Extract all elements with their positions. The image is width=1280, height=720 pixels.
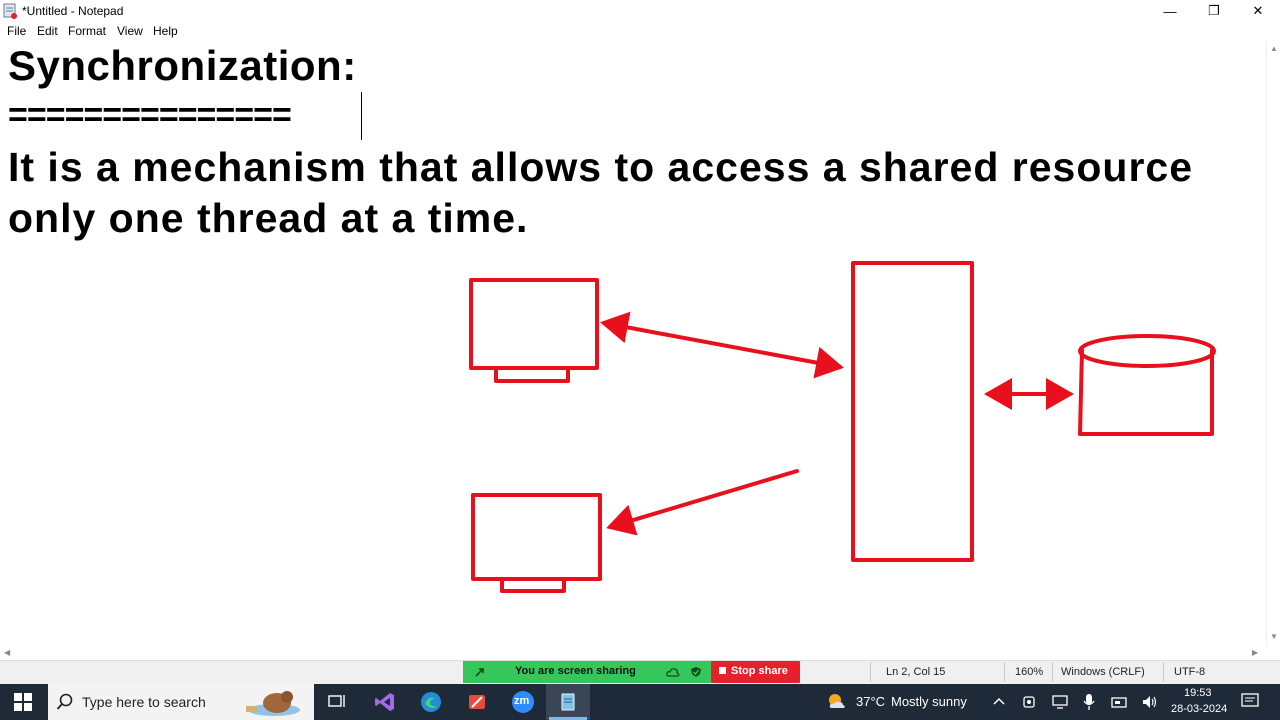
weather-condition[interactable]: Mostly sunny [891, 694, 967, 709]
scroll-left-icon[interactable]: ◀ [4, 648, 10, 657]
chevron-up-icon[interactable] [992, 695, 1006, 707]
weather-sun-cloud-icon[interactable] [826, 691, 848, 711]
minimize-button[interactable]: — [1148, 0, 1192, 22]
clock-time[interactable]: 19:53 [1184, 687, 1212, 699]
text-line-definition-2: only one thread at a time. [8, 195, 529, 241]
notifications-icon[interactable] [1241, 692, 1259, 710]
cloud-icon [666, 668, 680, 677]
weather-temperature[interactable]: 37°C [856, 694, 885, 709]
scroll-up-icon[interactable]: ▲ [1270, 44, 1278, 53]
menu-file[interactable]: File [7, 24, 26, 38]
text-line-heading: Synchronization: [8, 42, 357, 89]
clock-date[interactable]: 28-03-2024 [1171, 703, 1227, 715]
close-button[interactable]: ✕ [1236, 0, 1280, 22]
zoom-level: 160% [1015, 666, 1044, 678]
status-divider [1004, 662, 1005, 682]
windows-start-icon[interactable] [13, 692, 33, 712]
stop-share-label: Stop share [731, 665, 788, 677]
volume-icon[interactable] [1141, 694, 1159, 710]
status-divider [870, 662, 871, 682]
snipping-tool-icon[interactable] [465, 690, 489, 714]
task-view-icon[interactable] [325, 690, 349, 714]
status-divider [1163, 662, 1164, 682]
shield-check-icon [691, 667, 701, 677]
menu-bar [0, 22, 1280, 40]
menu-format[interactable]: Format [68, 24, 106, 38]
sharing-message: You are screen sharing [515, 665, 636, 677]
status-divider [1052, 662, 1053, 682]
search-icon [56, 693, 73, 710]
text-line-underline: =============== [8, 96, 292, 134]
restore-button[interactable]: ❐ [1192, 0, 1236, 22]
edge-browser-icon[interactable] [419, 690, 443, 714]
notepad-app-icon [3, 3, 17, 19]
horizontal-scrollbar[interactable]: ◀ ▶ [0, 646, 1266, 660]
window-title: *Untitled - Notepad [22, 4, 124, 18]
menu-help[interactable]: Help [153, 24, 178, 38]
notepad-taskbar-icon [556, 690, 580, 714]
search-highlight-image [246, 691, 300, 716]
encoding: UTF-8 [1174, 666, 1206, 678]
menu-view[interactable]: View [117, 24, 143, 38]
title-bar [0, 0, 1280, 22]
visual-studio-icon[interactable] [373, 690, 397, 714]
text-caret [361, 92, 362, 140]
menu-edit[interactable]: Edit [37, 24, 58, 38]
share-arrow-icon [475, 668, 484, 677]
text-line-definition-1: It is a mechanism that allows to access … [8, 144, 1194, 190]
scroll-down-icon[interactable]: ▼ [1270, 632, 1278, 641]
search-placeholder: Type here to search [82, 694, 206, 710]
zoom-app-label: zm [514, 695, 530, 707]
microphone-icon[interactable] [1083, 693, 1095, 711]
display-icon[interactable] [1052, 694, 1068, 710]
network-icon[interactable] [1111, 694, 1129, 710]
line-ending: Windows (CRLF) [1061, 666, 1145, 678]
scroll-right-icon[interactable]: ▶ [1252, 648, 1258, 657]
meet-now-icon[interactable] [1022, 694, 1038, 710]
vertical-scrollbar[interactable]: ▲ ▼ [1266, 40, 1280, 646]
stop-icon [719, 667, 726, 674]
cursor-position: Ln 2, Col 15 [886, 666, 946, 678]
